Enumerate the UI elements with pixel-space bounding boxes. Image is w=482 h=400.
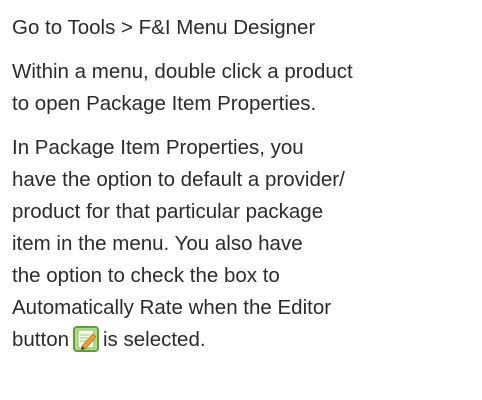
step-default-provider-tail: is selected.: [103, 328, 206, 351]
step-open-properties: Within a menu, double click a product to…: [12, 60, 353, 115]
step-navigate: Go to Tools > F&I Menu Designer: [12, 16, 316, 39]
step-default-provider: In Package Item Properties, you have the…: [12, 132, 472, 356]
instruction-text: Go to Tools > F&I Menu Designer Within a…: [12, 12, 472, 368]
pencil-edit-icon: [73, 326, 99, 352]
step-default-provider-text: In Package Item Properties, you have the…: [12, 136, 345, 351]
